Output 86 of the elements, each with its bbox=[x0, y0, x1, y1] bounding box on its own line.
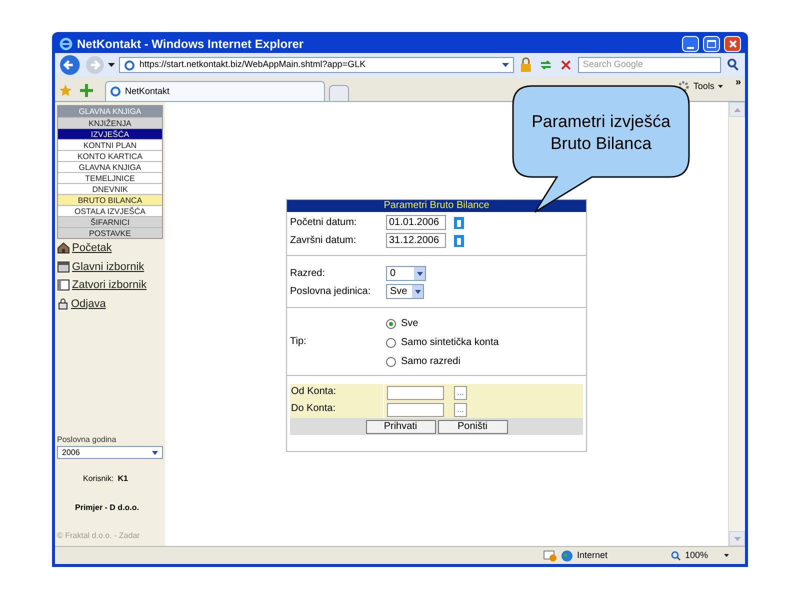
dropdown-caret-icon[interactable] bbox=[718, 85, 724, 88]
padlock-icon bbox=[57, 298, 69, 310]
zoom-icon bbox=[671, 550, 681, 560]
star-icon[interactable] bbox=[59, 84, 72, 97]
sidebar-menu-item[interactable]: POSTAVKE bbox=[58, 227, 162, 238]
dropdown-caret-icon[interactable] bbox=[108, 63, 116, 67]
year-label: Poslovna godina bbox=[57, 434, 118, 446]
window-icon bbox=[57, 260, 70, 273]
sidebar-menu-item[interactable]: ŠIFARNICI bbox=[58, 216, 162, 227]
protected-mode-icon bbox=[543, 550, 557, 562]
search-icon[interactable] bbox=[725, 57, 741, 73]
new-tab-button[interactable] bbox=[329, 85, 349, 101]
year-select[interactable]: 2006 bbox=[57, 446, 163, 459]
maximize-button[interactable] bbox=[703, 36, 720, 52]
gear-icon bbox=[678, 81, 690, 92]
sidebar-menu-item[interactable]: KONTO KARTICA bbox=[58, 150, 162, 161]
user-label: Korisnik: bbox=[83, 473, 114, 485]
sidebar-menu-item[interactable]: OSTALA IZVJEŠĆA bbox=[58, 205, 162, 216]
close-icon bbox=[728, 40, 736, 48]
field-label: Razred: bbox=[290, 267, 326, 281]
sidebar-menu-item[interactable]: DNEVNIK bbox=[58, 183, 162, 194]
sidebar-menu-item[interactable]: BRUTO BILANCA bbox=[58, 194, 162, 205]
radio-button[interactable] bbox=[386, 356, 396, 366]
callout-text: Bruto Bilanca bbox=[550, 133, 652, 155]
callout-text: Parametri izvješća bbox=[532, 111, 670, 133]
add-favorite-icon[interactable] bbox=[80, 84, 93, 97]
house-icon bbox=[57, 242, 70, 254]
field-label: Početni datum: bbox=[290, 216, 358, 230]
company-name: Primjer - D d.o.o. bbox=[75, 502, 140, 514]
zone-text: Internet bbox=[577, 548, 609, 562]
radio-label: Samo razredi bbox=[401, 355, 460, 369]
select-value: 0 bbox=[390, 267, 397, 281]
close-button[interactable] bbox=[724, 36, 741, 52]
select-field[interactable]: Sve bbox=[386, 284, 424, 299]
sidebar-header: GLAVNA KNJIGA bbox=[58, 106, 162, 117]
browser-logo-icon bbox=[59, 37, 73, 51]
sidebar-menu-item[interactable]: GLAVNA KNJIGA bbox=[58, 161, 162, 172]
radio-label: Sve bbox=[401, 317, 418, 331]
radio-button[interactable] bbox=[386, 318, 396, 328]
tools-menu[interactable]: Tools bbox=[693, 82, 714, 91]
more-chevron[interactable]: » bbox=[735, 75, 741, 90]
sidebar-link[interactable]: Zatvori izbornik bbox=[72, 277, 147, 294]
sidebar-link[interactable]: Glavni izbornik bbox=[72, 258, 144, 275]
form-button[interactable]: Poništi bbox=[438, 420, 508, 434]
text-field[interactable] bbox=[387, 386, 444, 400]
user-value: K1 bbox=[118, 473, 128, 485]
calendar-icon[interactable] bbox=[454, 216, 464, 228]
sidebar-menu-item[interactable]: TEMELJNICE bbox=[58, 172, 162, 183]
sidebar-link[interactable]: Početak bbox=[72, 240, 112, 256]
field-label: Do Konta: bbox=[290, 401, 384, 418]
zoom-level[interactable]: 100% bbox=[685, 548, 708, 562]
date-field[interactable]: 01.01.2006 bbox=[386, 215, 446, 230]
dropdown-caret-icon bbox=[152, 450, 158, 454]
select-field[interactable]: 0 bbox=[386, 266, 426, 281]
calendar-icon[interactable] bbox=[454, 234, 464, 246]
browse-button[interactable]: ... bbox=[454, 402, 467, 416]
dropdown-caret-icon bbox=[416, 272, 422, 276]
sidebar-menu-item[interactable]: KNJIŽENJA bbox=[58, 117, 162, 128]
field-label: Poslovna jedinica: bbox=[290, 285, 372, 299]
sidebar-menu-item[interactable]: IZVJEŠĆA bbox=[58, 128, 162, 139]
down-arrow-icon bbox=[734, 536, 740, 540]
select-value: Sve bbox=[390, 285, 408, 299]
field-label: Od Konta: bbox=[290, 384, 384, 401]
date-field[interactable]: 31.12.2006 bbox=[386, 233, 446, 248]
address-field[interactable]: https://start.netkontakt.biz/WebAppMain.shtml?app=GLK bbox=[119, 57, 514, 73]
text-field[interactable] bbox=[387, 402, 444, 416]
up-arrow-icon bbox=[734, 108, 740, 112]
dropdown-caret-icon[interactable] bbox=[502, 63, 510, 67]
browser-tab[interactable]: NetKontakt bbox=[105, 81, 325, 101]
minimize-button[interactable] bbox=[682, 36, 699, 52]
globe-icon bbox=[561, 550, 573, 562]
browse-button[interactable]: ... bbox=[454, 386, 467, 400]
type-label: Tip: bbox=[290, 335, 308, 349]
form-button[interactable]: Prihvati bbox=[366, 420, 436, 434]
sidebar-link[interactable]: Odjava bbox=[71, 296, 106, 312]
dropdown-caret-icon[interactable] bbox=[724, 554, 730, 557]
sidebar-menu-item[interactable]: KONTNI PLAN bbox=[58, 139, 162, 150]
radio-button[interactable] bbox=[386, 338, 396, 348]
radio-label: Samo sintetička konta bbox=[401, 336, 499, 350]
field-label: Završni datum: bbox=[290, 234, 358, 248]
copyright-text: © Fraktal d.o.o. - Zadar bbox=[57, 530, 141, 542]
form-title: Parametri Bruto Bilance bbox=[287, 200, 586, 212]
dropdown-caret-icon bbox=[414, 290, 420, 294]
document-icon bbox=[57, 279, 70, 292]
back-button-icon[interactable] bbox=[59, 54, 81, 76]
window-title: NetKontakt - Windows Internet Explorer bbox=[77, 36, 305, 53]
